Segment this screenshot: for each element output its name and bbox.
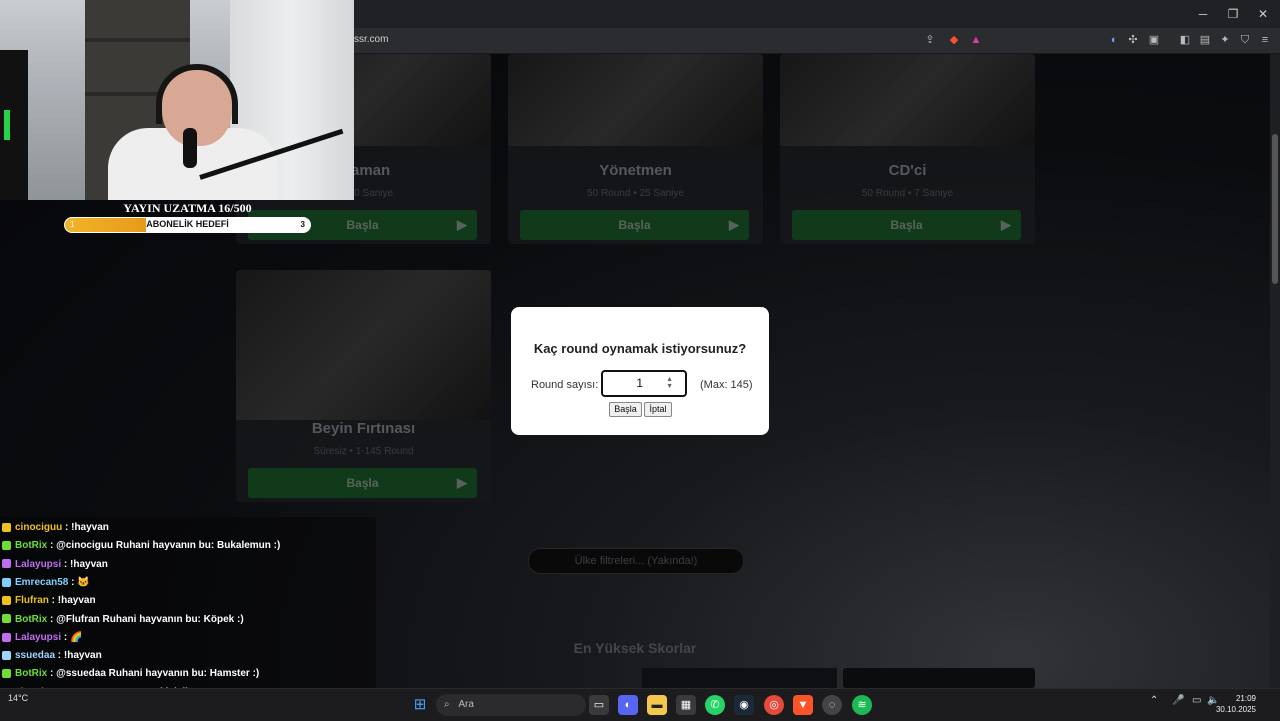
input-value: 1: [636, 376, 643, 390]
leo-ai-icon[interactable]: ✦: [1217, 32, 1233, 48]
webcam-feed: [0, 0, 354, 200]
chat-text: : @cinociguu Ruhani hayvanın bu: Bukalem…: [47, 540, 281, 552]
address-bar[interactable]: ssr.com: [354, 34, 388, 45]
dialog-title: Kaç round oynamak istiyorsunuz?: [533, 341, 747, 356]
round-count-label: Round sayısı:: [531, 379, 599, 391]
system-clock[interactable]: 21:09 30.10.2025: [1216, 693, 1256, 715]
confirm-button[interactable]: Başla: [609, 402, 642, 417]
chat-badge-icon: [2, 522, 11, 532]
max-rounds-text: (Max: 145): [700, 379, 753, 391]
clock-date: 30.10.2025: [1215, 705, 1256, 714]
chat-message: Lalayupsi : !hayvan: [2, 556, 108, 574]
chat-badge-icon: [2, 596, 11, 606]
speaker-icon[interactable]: ◖: [1105, 32, 1121, 48]
chat-username: BotRix: [15, 613, 48, 625]
whatsapp-icon[interactable]: ✆: [705, 695, 725, 715]
steam-icon[interactable]: ◉: [734, 695, 754, 715]
clock-time: 21:09: [1235, 694, 1256, 703]
brave-icon[interactable]: ▼: [793, 695, 813, 715]
chat-text: : @ssuedaa Ruhani hayvanın bu: Hamster :…: [47, 668, 260, 680]
tab-icon[interactable]: ▣: [1146, 32, 1162, 48]
goal-title: YAYIN UZATMA 16/500: [123, 201, 252, 215]
obs-icon[interactable]: ◌: [822, 695, 842, 715]
brave-shield-icon[interactable]: ◆: [946, 32, 962, 48]
chat-message: ssuedaa : !hayvan: [2, 647, 102, 665]
chat-username: Emrecan58: [15, 576, 69, 588]
search-label: Ara: [458, 699, 474, 710]
menu-icon[interactable]: ≡: [1257, 32, 1273, 48]
tray-expand-icon[interactable]: ⌃: [1150, 695, 1158, 706]
discord-icon[interactable]: ◐: [618, 695, 638, 715]
spotify-icon[interactable]: ≋: [852, 695, 872, 715]
share-icon[interactable]: ⇪: [922, 32, 938, 48]
weather-widget[interactable]: 14°C: [8, 693, 28, 703]
chat-message: BotRix : @cinociguu Ruhani hayvanın bu: …: [2, 537, 280, 555]
chat-text: : !hayvan: [61, 558, 108, 570]
page-scrollbar[interactable]: [1270, 54, 1280, 688]
chat-username: Lalayupsi: [15, 631, 62, 643]
chat-username: BotRix: [15, 668, 48, 680]
chat-badge-icon: [2, 541, 11, 551]
chat-text: : !hayvan: [48, 595, 96, 607]
subscription-goal-bar: 1 ABONELİK HEDEFİ 3: [64, 217, 311, 233]
chat-message: BotRix : @ssuedaa Ruhani hayvanın bu: Ha…: [2, 665, 259, 683]
round-count-dialog: Kaç round oynamak istiyorsunuz? Round sa…: [511, 307, 769, 435]
chat-username: Flufran: [15, 595, 49, 607]
chat-message: cinociguu : !hayvan: [2, 519, 109, 537]
close-button[interactable]: ✕: [1248, 4, 1278, 24]
windows-start-icon[interactable]: ⊞: [410, 695, 430, 715]
chat-text: : !hayvan: [62, 522, 109, 533]
windows-taskbar: 14°C ⊞ ⌕ Ara ▭ ◐ ▬ ▦ ✆ ◉ ◎ ▼ ◌ ≋ ⌃ 🎤 ▭ 🔈…: [0, 688, 1280, 721]
goal-end: 3: [300, 220, 305, 229]
scroll-thumb[interactable]: [1272, 134, 1278, 284]
chat-text: : 🌈: [61, 631, 83, 643]
round-count-input[interactable]: 1 ▲ ▼: [601, 370, 687, 397]
file-explorer-icon[interactable]: ▬: [647, 695, 667, 715]
chat-username: cinociguu: [15, 522, 63, 533]
extensions-icon[interactable]: ✣: [1125, 32, 1141, 48]
cancel-button[interactable]: İptal: [644, 402, 672, 417]
chat-text: : 🐱: [68, 576, 90, 588]
chat-message: Lalayupsi : 🌈: [2, 629, 82, 647]
goal-label: ABONELİK HEDEFİ: [146, 219, 229, 229]
chat-text: : @Flufran Ruhani hayvanın bu: Köpek :): [47, 613, 244, 625]
chat-text: : !hayvan: [55, 650, 102, 662]
search-icon: ⌕: [444, 699, 450, 710]
chat-badge-icon: [2, 632, 11, 642]
vpn-icon[interactable]: ⛉: [1237, 32, 1253, 48]
spinner-arrows-icon[interactable]: ▲ ▼: [665, 376, 673, 390]
microphone-icon: [183, 128, 197, 168]
chat-message: BotRix : @Flufran Ruhani hayvanın bu: Kö…: [2, 611, 244, 629]
chat-username: BotRix: [15, 540, 48, 552]
chrome-icon[interactable]: ◎: [764, 695, 784, 715]
chat-badge-icon: [2, 650, 11, 660]
chat-message: Emrecan58 : 🐱: [2, 574, 90, 592]
taskbar-search[interactable]: ⌕ Ara: [436, 694, 586, 716]
task-view-icon[interactable]: ▭: [589, 695, 609, 715]
chat-message: Flufran : !hayvan: [2, 592, 96, 610]
chat-badge-icon: [2, 614, 11, 624]
chat-username: Lalayupsi: [15, 558, 62, 570]
wallet-icon[interactable]: ▤: [1197, 32, 1213, 48]
brave-rewards-icon[interactable]: ▲: [968, 32, 984, 48]
chat-badge-icon: [2, 577, 11, 587]
chat-badge-icon: [2, 669, 11, 679]
network-icon[interactable]: ▭: [1192, 695, 1201, 706]
microphone-tray-icon[interactable]: 🎤: [1172, 695, 1184, 706]
chat-badge-icon: [2, 559, 11, 569]
sidebar-icon[interactable]: ◧: [1177, 32, 1193, 48]
maximize-button[interactable]: ❐: [1218, 4, 1248, 24]
store-icon[interactable]: ▦: [676, 695, 696, 715]
chat-username: ssuedaa: [15, 650, 56, 662]
minimize-button[interactable]: ─: [1188, 4, 1218, 24]
